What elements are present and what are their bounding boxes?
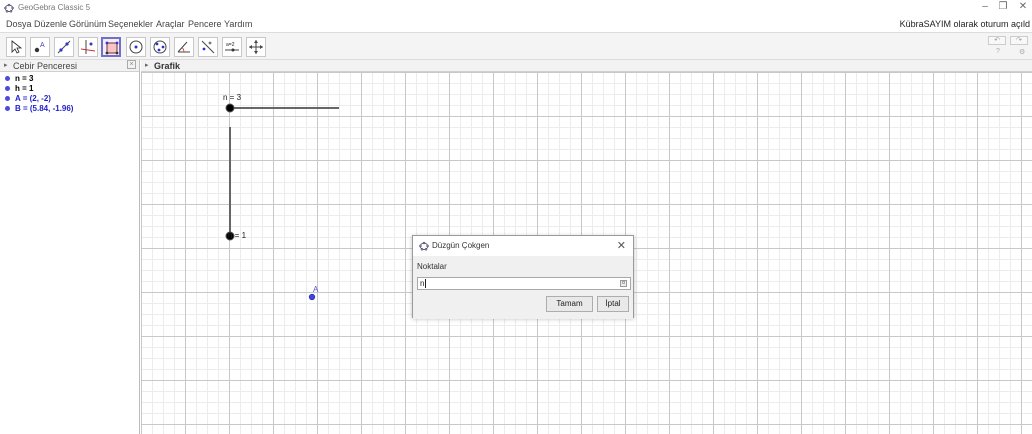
redo-button[interactable]: ↷	[1010, 36, 1028, 45]
window-title: GeoGebra Classic 5	[18, 3, 91, 12]
visibility-dot-icon[interactable]	[5, 86, 10, 91]
point-tool[interactable]: A	[30, 37, 50, 57]
minimize-button[interactable]: –	[978, 1, 992, 12]
visibility-dot-icon[interactable]	[5, 76, 10, 81]
menu-dosya[interactable]: Dosya	[6, 19, 32, 29]
vertices-input[interactable]: n α	[417, 277, 631, 290]
svg-text:A: A	[40, 42, 45, 49]
move-graphics-icon	[249, 40, 263, 54]
algebra-view[interactable]: ▸ Cebir Penceresi × n = 3 h = 1 A = (2, …	[0, 60, 140, 434]
angle-icon	[177, 41, 190, 53]
login-status[interactable]: KübraSAYIM olarak oturum açıld	[900, 19, 1030, 29]
settings-icon[interactable]: ⚙	[1019, 48, 1025, 56]
circle-tool[interactable]	[126, 37, 146, 57]
perpendicular-icon	[80, 40, 96, 54]
algebra-item[interactable]: A = (2, -2)	[0, 94, 139, 104]
menu-duzenle[interactable]: Düzenle	[34, 19, 67, 29]
vertices-label: Noktalar	[417, 262, 447, 271]
slider-h-label[interactable]: h = 1	[228, 231, 246, 240]
algebra-title: Cebir Penceresi	[13, 61, 78, 71]
circle-icon	[129, 40, 143, 54]
menu-araclar[interactable]: Araçlar	[156, 19, 185, 29]
slider-n-label[interactable]: n = 3	[223, 93, 241, 102]
ok-button[interactable]: Tamam	[546, 296, 593, 312]
menu-gorunum[interactable]: Görünüm	[69, 19, 107, 29]
algebra-item-text: B = (5.84, -1.96)	[15, 104, 74, 113]
collapse-triangle-icon[interactable]: ▸	[4, 61, 8, 69]
algebra-item[interactable]: h = 1	[0, 84, 139, 94]
slider-n-knob	[225, 103, 235, 113]
dialog-body: Noktalar n α Tamam İptal	[413, 256, 633, 319]
close-icon[interactable]: ✕	[617, 239, 626, 252]
maximize-button[interactable]: ❐	[996, 1, 1010, 12]
symbol-keyboard-icon[interactable]: α	[620, 280, 627, 287]
help-icon[interactable]: ?	[996, 48, 1000, 55]
geogebra-logo-icon	[4, 3, 14, 13]
line-tool[interactable]	[54, 37, 74, 57]
cursor-arrow-icon	[11, 40, 23, 54]
dialog-header: Düzgün Çokgen ✕	[413, 236, 633, 256]
visibility-dot-icon[interactable]	[5, 106, 10, 111]
algebra-header: ▸ Cebir Penceresi ×	[0, 60, 139, 72]
toolbar: A a=2 ↶ ↷ ? ⚙	[0, 32, 1032, 60]
undo-button[interactable]: ↶	[988, 36, 1006, 45]
algebra-item[interactable]: n = 3	[0, 74, 139, 84]
angle-tool[interactable]	[174, 37, 194, 57]
polygon-icon	[105, 41, 119, 55]
visibility-dot-icon[interactable]	[5, 96, 10, 101]
slider-tool[interactable]: a=2	[222, 37, 242, 57]
svg-text:a=2: a=2	[226, 42, 235, 48]
perpendicular-line-tool[interactable]	[78, 37, 98, 57]
menu-yardim[interactable]: Yardım	[224, 19, 252, 29]
regular-polygon-dialog[interactable]: Düzgün Çokgen ✕ Noktalar n α Tamam İptal	[412, 235, 634, 319]
move-graphics-tool[interactable]	[246, 37, 266, 57]
point-icon: A	[34, 42, 45, 53]
reflect-tool[interactable]	[198, 37, 218, 57]
point-a	[308, 293, 316, 301]
slider-icon: a=2	[225, 42, 239, 52]
geogebra-logo-icon	[419, 241, 429, 251]
point-a-label[interactable]: A	[313, 285, 318, 294]
menu-pencere[interactable]: Pencere	[188, 19, 222, 29]
menu-bar: Dosya Düzenle Görünüm Seçenekler Araçlar…	[0, 16, 1032, 32]
algebra-item[interactable]: B = (5.84, -1.96)	[0, 104, 139, 114]
conic-icon	[153, 40, 167, 54]
ellipse-tool[interactable]	[150, 37, 170, 57]
menu-secenekler[interactable]: Seçenekler	[108, 19, 153, 29]
algebra-item-text: A = (2, -2)	[15, 94, 51, 103]
title-bar: GeoGebra Classic 5 – ❐ ✕	[0, 0, 1032, 16]
dialog-title: Düzgün Çokgen	[432, 241, 490, 250]
move-tool[interactable]	[6, 37, 26, 57]
algebra-item-text: h = 1	[15, 84, 34, 93]
algebra-item-text: n = 3	[15, 74, 34, 83]
cancel-button[interactable]: İptal	[597, 296, 629, 312]
regular-polygon-tool[interactable]	[101, 37, 121, 57]
close-window-button[interactable]: ✕	[1016, 1, 1030, 12]
reflect-icon	[201, 40, 215, 54]
close-view-icon[interactable]: ×	[127, 60, 136, 69]
line-icon	[57, 40, 71, 54]
vertices-input-value: n	[420, 279, 425, 288]
